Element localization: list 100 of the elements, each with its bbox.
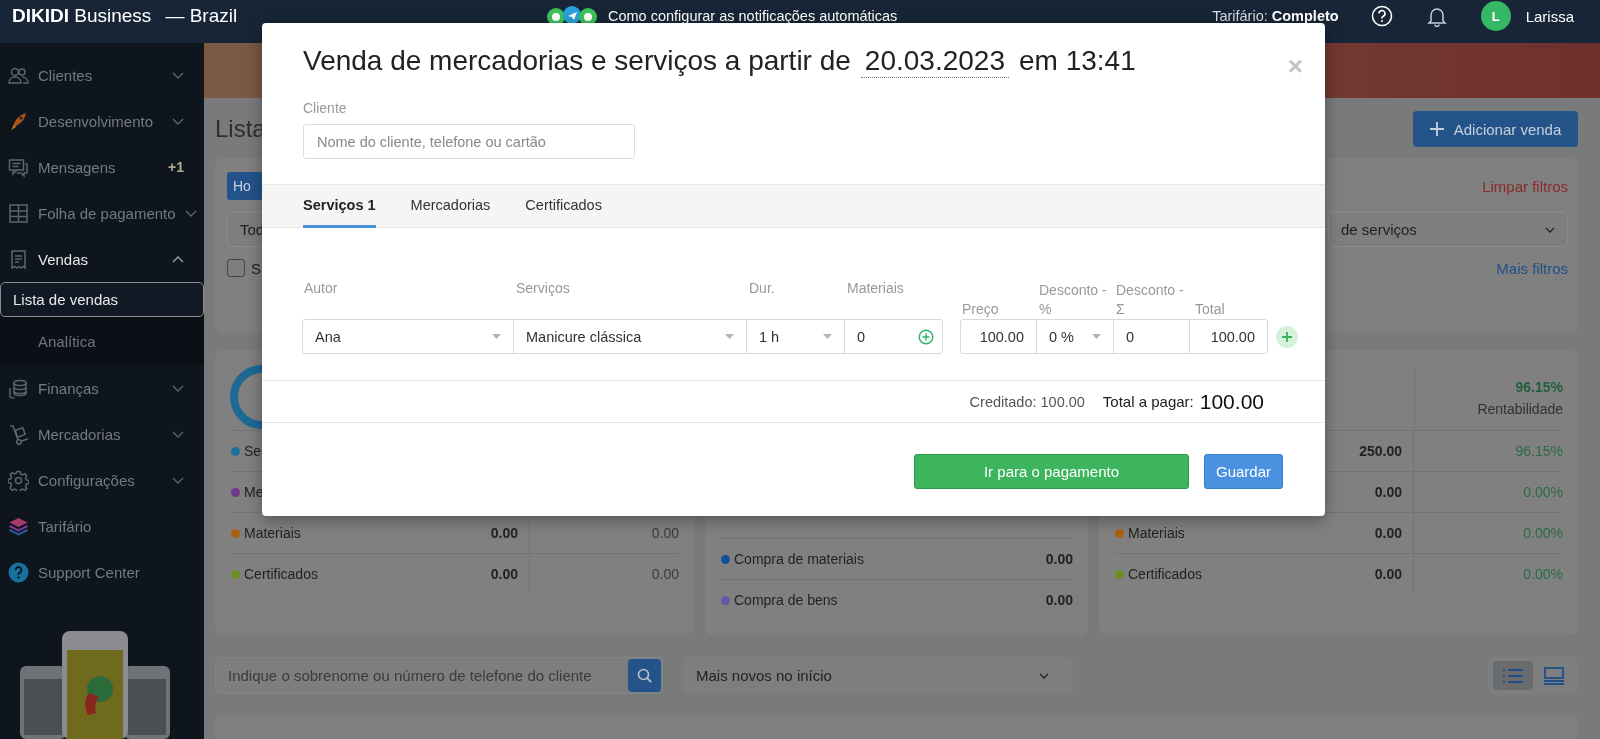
coins-icon <box>8 377 29 399</box>
sidebar-item[interactable]: Finanças <box>0 365 204 411</box>
receipt-icon <box>8 248 29 270</box>
column-header: Total <box>1194 300 1226 319</box>
legend-label: Materiais <box>1128 525 1185 541</box>
chevron-icon[interactable] <box>172 384 184 392</box>
chevron-icon <box>1545 226 1555 233</box>
client-search-field[interactable]: Indique o sobrenome ou número de telefone do cliente <box>215 657 663 694</box>
chevron-icon[interactable] <box>172 430 184 438</box>
message-count-label: +1 <box>168 159 184 175</box>
sidebar-item[interactable]: Vendas <box>0 236 204 282</box>
discount-amount-field[interactable]: 0 <box>1113 319 1190 354</box>
add-material-icon[interactable] <box>918 328 934 345</box>
amount-value: 0.00 <box>1374 566 1402 582</box>
sidebar-item[interactable]: Desenvolvimento <box>0 98 204 144</box>
donut-chart-drawing <box>230 365 262 429</box>
search-icon <box>636 667 653 684</box>
help-icon[interactable] <box>1370 5 1393 27</box>
chevron-icon[interactable] <box>172 71 184 79</box>
column-header: Desconto - Σ <box>1115 281 1185 319</box>
add-sale-button[interactable]: Adicionar venda <box>1413 111 1578 147</box>
sidebar-item[interactable]: Clientes <box>0 52 204 98</box>
list-view-icon[interactable] <box>1492 661 1533 690</box>
amount-value: 0.00% <box>1523 525 1563 541</box>
legend-label: Se <box>244 443 262 459</box>
chevron-icon[interactable] <box>172 117 184 125</box>
legend-label: Certificados <box>1128 566 1202 582</box>
plus-icon <box>1429 122 1444 136</box>
amount-value: 0.00% <box>1523 566 1563 582</box>
user-name[interactable]: Larissa <box>1525 7 1574 25</box>
checkbox[interactable] <box>227 259 245 277</box>
time-label: em 13:41 <box>1019 45 1136 77</box>
submenu-item[interactable]: Lista de vendas <box>0 282 204 317</box>
amount-value: 0.00 <box>1045 592 1073 608</box>
column-header: Autor <box>303 279 339 298</box>
service-type-select[interactable]: de serviços <box>1328 212 1568 247</box>
chevron-icon[interactable] <box>184 209 197 217</box>
help-icon <box>8 561 29 583</box>
tab[interactable]: Mercadorias <box>410 185 491 228</box>
layers-icon <box>8 515 29 537</box>
settings-icon <box>8 469 29 491</box>
checkbox-label: S <box>251 259 261 277</box>
column-header: Dur. <box>748 279 776 298</box>
legend-label: Materiais <box>244 525 301 541</box>
sort-select[interactable]: Mais novos no início <box>683 657 1073 694</box>
amount-value: 0.00 <box>651 566 679 582</box>
legend-label: Me <box>244 484 264 500</box>
notification-link[interactable]: Como configurar as notificações automáticas <box>608 8 898 24</box>
add-row-icon[interactable] <box>1276 325 1298 348</box>
date-field[interactable]: 20.03.2023 <box>860 45 1009 78</box>
amount-value: 96.15% <box>1515 443 1563 459</box>
sidebar-item[interactable]: Mensagens +1 <box>0 144 204 190</box>
hand-truck-icon <box>8 423 29 445</box>
client-field[interactable]: Nome do cliente, telefone ou cartão <box>303 124 635 159</box>
region-label: — Brazil <box>165 5 238 27</box>
column-header: Materiais <box>846 279 905 298</box>
chevron-icon[interactable] <box>172 476 184 484</box>
sidebar-item[interactable]: Tarifário <box>0 503 204 549</box>
legend-label: Compra de bens <box>734 592 838 608</box>
sidebar-item[interactable]: Support Center <box>0 549 204 595</box>
dialog-title: Venda de mercadorias e serviços a partir de <box>303 45 851 77</box>
profitability-value: 96.15% <box>1515 378 1563 395</box>
sidebar-item[interactable]: Mercadorias <box>0 411 204 457</box>
brand-logo[interactable]: DIKIDI Business <box>12 5 152 27</box>
duration-select[interactable]: 1 h <box>746 319 845 354</box>
column-header: Desconto - % <box>1038 281 1108 319</box>
sidebar-item[interactable]: Configurações <box>0 457 204 503</box>
search-button[interactable] <box>628 659 661 692</box>
client-label: Cliente <box>303 100 348 116</box>
chevron-icon[interactable] <box>172 255 184 263</box>
total-amount: 100.00 <box>1199 389 1264 414</box>
total-label: Total a pagar: <box>1102 393 1194 410</box>
amount-value: 0.00 <box>490 566 518 582</box>
discount-percent-select[interactable]: 0 % <box>1036 319 1114 354</box>
legend-label: Compra de materiais <box>734 551 864 567</box>
tab[interactable]: Serviços 1 <box>303 185 376 228</box>
author-select[interactable]: Ana <box>302 319 514 354</box>
price-field[interactable]: 100.00 <box>960 319 1037 354</box>
bell-icon[interactable] <box>1425 5 1448 27</box>
materials-field[interactable]: 0 <box>844 319 943 354</box>
column-header: Serviços <box>515 279 571 298</box>
credited-amount: Creditado: 100.00 <box>969 393 1085 410</box>
sidebar-item[interactable]: Folha de pagamento <box>0 190 204 236</box>
amount-value: 0.00 <box>651 525 679 541</box>
profitability-label: Rentabilidade <box>1477 400 1563 417</box>
total-field[interactable]: 100.00 <box>1189 319 1268 354</box>
rocket-icon <box>8 110 29 132</box>
amount-value: 250.00 <box>1359 443 1402 459</box>
amount-value: 0.00 <box>1374 525 1402 541</box>
plan-label[interactable]: Tarifário: Completo <box>1212 8 1339 24</box>
service-select[interactable]: Manicure clássica <box>513 319 747 354</box>
amount-value: 0.00 <box>1374 484 1402 500</box>
submenu-item[interactable]: Analítica <box>0 317 204 365</box>
chevron-icon <box>1039 672 1049 679</box>
legend-label: Certificados <box>244 566 318 582</box>
chat-icon <box>8 156 29 178</box>
amount-value: 0.00 <box>490 525 518 541</box>
period-button[interactable]: Ho <box>227 172 263 200</box>
amount-value: 0.00 <box>1045 551 1073 567</box>
tab[interactable]: Certificados <box>525 185 602 228</box>
